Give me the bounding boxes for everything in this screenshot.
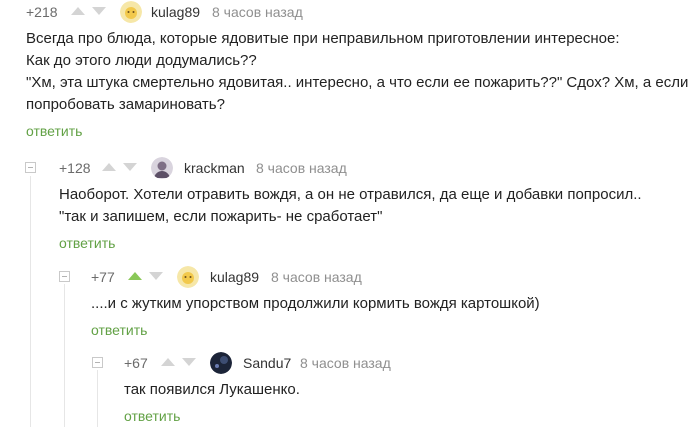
collapse-minus-icon[interactable]: [92, 357, 103, 368]
comment-header: +77 kulag89 8 часов назад: [59, 265, 700, 289]
comment-header: +218 kulag89 8 часов назад: [26, 0, 700, 24]
comment-time[interactable]: 8 часов назад: [256, 156, 347, 180]
downvote-arrow-icon[interactable]: [149, 272, 163, 280]
upvote-arrow-icon[interactable]: [71, 7, 85, 15]
comment-line: Наоборот. Хотели отравить вождя, а он не…: [59, 186, 642, 203]
comment-rating: +77: [91, 269, 115, 285]
upvote-arrow-icon[interactable]: [102, 163, 116, 171]
comment-line: Как до этого люди додумались??: [26, 52, 257, 69]
reply-link[interactable]: ответить: [92, 407, 700, 425]
comment-body: ....и с жутким упорством продолжили корм…: [59, 293, 700, 315]
comment: +67 Sandu7 8 часов назад так появился Лу…: [92, 351, 700, 425]
comment-time[interactable]: 8 часов назад: [300, 351, 391, 375]
comment: +77 kulag89 8 часов назад ....и с жутким…: [59, 265, 700, 339]
comment-time[interactable]: 8 часов назад: [271, 265, 362, 289]
comment-rating: +67: [124, 355, 148, 371]
comment: +218 kulag89 8 часов назад Всегда про бл…: [26, 0, 700, 140]
comment-author[interactable]: kulag89: [210, 265, 259, 289]
comment-body: Всегда про блюда, которые ядовитые при н…: [26, 28, 700, 116]
comment: +128 krackman 8 часов назад Наоборот. Хо…: [25, 156, 700, 252]
comment-time[interactable]: 8 часов назад: [212, 0, 303, 24]
downvote-arrow-icon[interactable]: [92, 7, 106, 15]
comment-line: попробовать замариновать?: [26, 96, 225, 113]
reply-link[interactable]: ответить: [25, 234, 700, 252]
collapse-minus-icon[interactable]: [25, 162, 36, 173]
comment-author[interactable]: krackman: [184, 156, 245, 180]
downvote-arrow-icon[interactable]: [123, 163, 137, 171]
avatar[interactable]: [120, 1, 142, 23]
comment-rating: +128: [59, 160, 91, 176]
comment-body: так появился Лукашенко.: [92, 379, 700, 401]
downvote-arrow-icon[interactable]: [182, 358, 196, 366]
collapse-minus-icon[interactable]: [59, 271, 70, 282]
avatar[interactable]: [210, 352, 232, 374]
comment-header: +67 Sandu7 8 часов назад: [92, 351, 700, 375]
reply-link[interactable]: ответить: [26, 122, 700, 140]
comment-line: ....и с жутким упорством продолжили корм…: [91, 295, 540, 312]
comment-rating: +218: [26, 4, 58, 20]
avatar[interactable]: [177, 266, 199, 288]
comment-author[interactable]: Sandu7: [243, 351, 291, 375]
comment-line: так появился Лукашенко.: [124, 381, 300, 398]
comment-body: Наоборот. Хотели отравить вождя, а он не…: [25, 184, 700, 228]
comment-author[interactable]: kulag89: [151, 0, 200, 24]
upvote-arrow-icon[interactable]: [128, 272, 142, 280]
comment-line: "Хм, эта штука смертельно ядовитая.. инт…: [26, 74, 689, 91]
avatar[interactable]: [151, 157, 173, 179]
reply-link[interactable]: ответить: [59, 321, 700, 339]
comment-header: +128 krackman 8 часов назад: [25, 156, 700, 180]
comment-line: Всегда про блюда, которые ядовитые при н…: [26, 30, 620, 47]
upvote-arrow-icon[interactable]: [161, 358, 175, 366]
comment-line: "так и запишем, если пожарить- не сработ…: [59, 208, 383, 225]
